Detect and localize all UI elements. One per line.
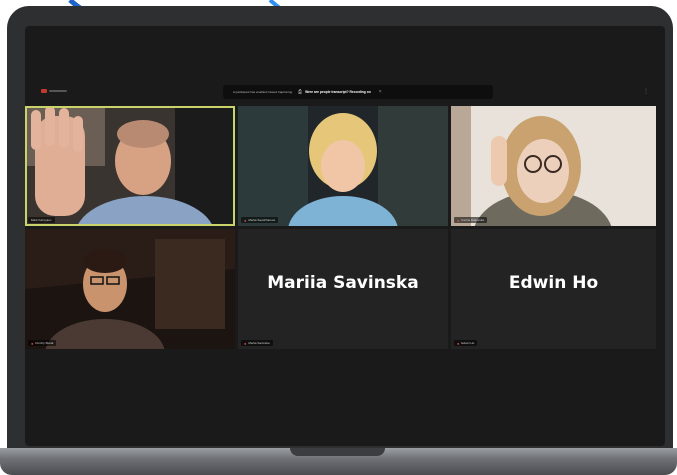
participant-name: Karina Rakovska	[461, 218, 485, 222]
participant-video-1	[25, 106, 235, 226]
participant-name: Mark Kalmykov	[31, 218, 52, 222]
participant-name: Mariia Saudzharova	[248, 218, 276, 222]
participant-name-chip: ● Dmitriy Burak	[28, 340, 57, 346]
meeting-topbar: A participant has enabled Closed Caption…	[25, 84, 665, 100]
muted-microphone-icon: ●	[457, 217, 460, 223]
recording-indicator[interactable]	[41, 89, 47, 93]
cc-icon: ⎙	[298, 89, 303, 95]
participant-name-chip: ● Mariia Savinska	[241, 340, 273, 346]
participant-video-3	[451, 106, 656, 226]
participant-name-chip: Mark Kalmykov	[28, 217, 55, 223]
video-tile-6[interactable]: Edwin Ho ● Edwin Ho	[451, 229, 656, 349]
laptop-notch	[290, 448, 385, 456]
video-tile-1[interactable]: Mark Kalmykov	[25, 106, 235, 226]
meeting-window: A participant has enabled Closed Caption…	[25, 26, 665, 446]
muted-microphone-icon: ●	[244, 340, 247, 346]
muted-microphone-icon: ●	[457, 340, 460, 346]
video-tile-2[interactable]: ● Mariia Saudzharova	[238, 106, 448, 226]
video-tile-4[interactable]: ● Dmitriy Burak	[25, 229, 235, 349]
participant-name-chip: ● Edwin Ho	[454, 340, 478, 346]
captioning-notice: A participant has enabled Closed Caption…	[223, 85, 493, 99]
participant-video-4	[25, 229, 235, 349]
participant-display-name: Edwin Ho	[508, 273, 599, 293]
video-tile-3[interactable]: ● Karina Rakovska	[451, 106, 656, 226]
notice-text: A participant has enabled Closed Caption…	[233, 90, 293, 94]
participant-name-chip: ● Mariia Saudzharova	[241, 217, 279, 223]
participant-display-name: Mariia Savinska	[267, 273, 419, 293]
participant-name: Mariia Savinska	[248, 341, 270, 345]
video-tile-5[interactable]: Mariia Savinska ● Mariia Savinska	[238, 229, 448, 349]
participant-name-chip: ● Karina Rakovska	[454, 217, 488, 223]
more-icon[interactable]: ⋮	[643, 88, 649, 95]
notice-link[interactable]: Were are people transcript? Recording on	[305, 90, 371, 94]
participant-name: Edwin Ho	[461, 341, 475, 345]
muted-microphone-icon: ●	[31, 340, 34, 346]
participant-video-2	[238, 106, 448, 226]
close-icon[interactable]: ×	[379, 89, 382, 95]
recording-label	[49, 90, 67, 92]
muted-microphone-icon: ●	[244, 217, 247, 223]
participant-name: Dmitriy Burak	[35, 341, 54, 345]
